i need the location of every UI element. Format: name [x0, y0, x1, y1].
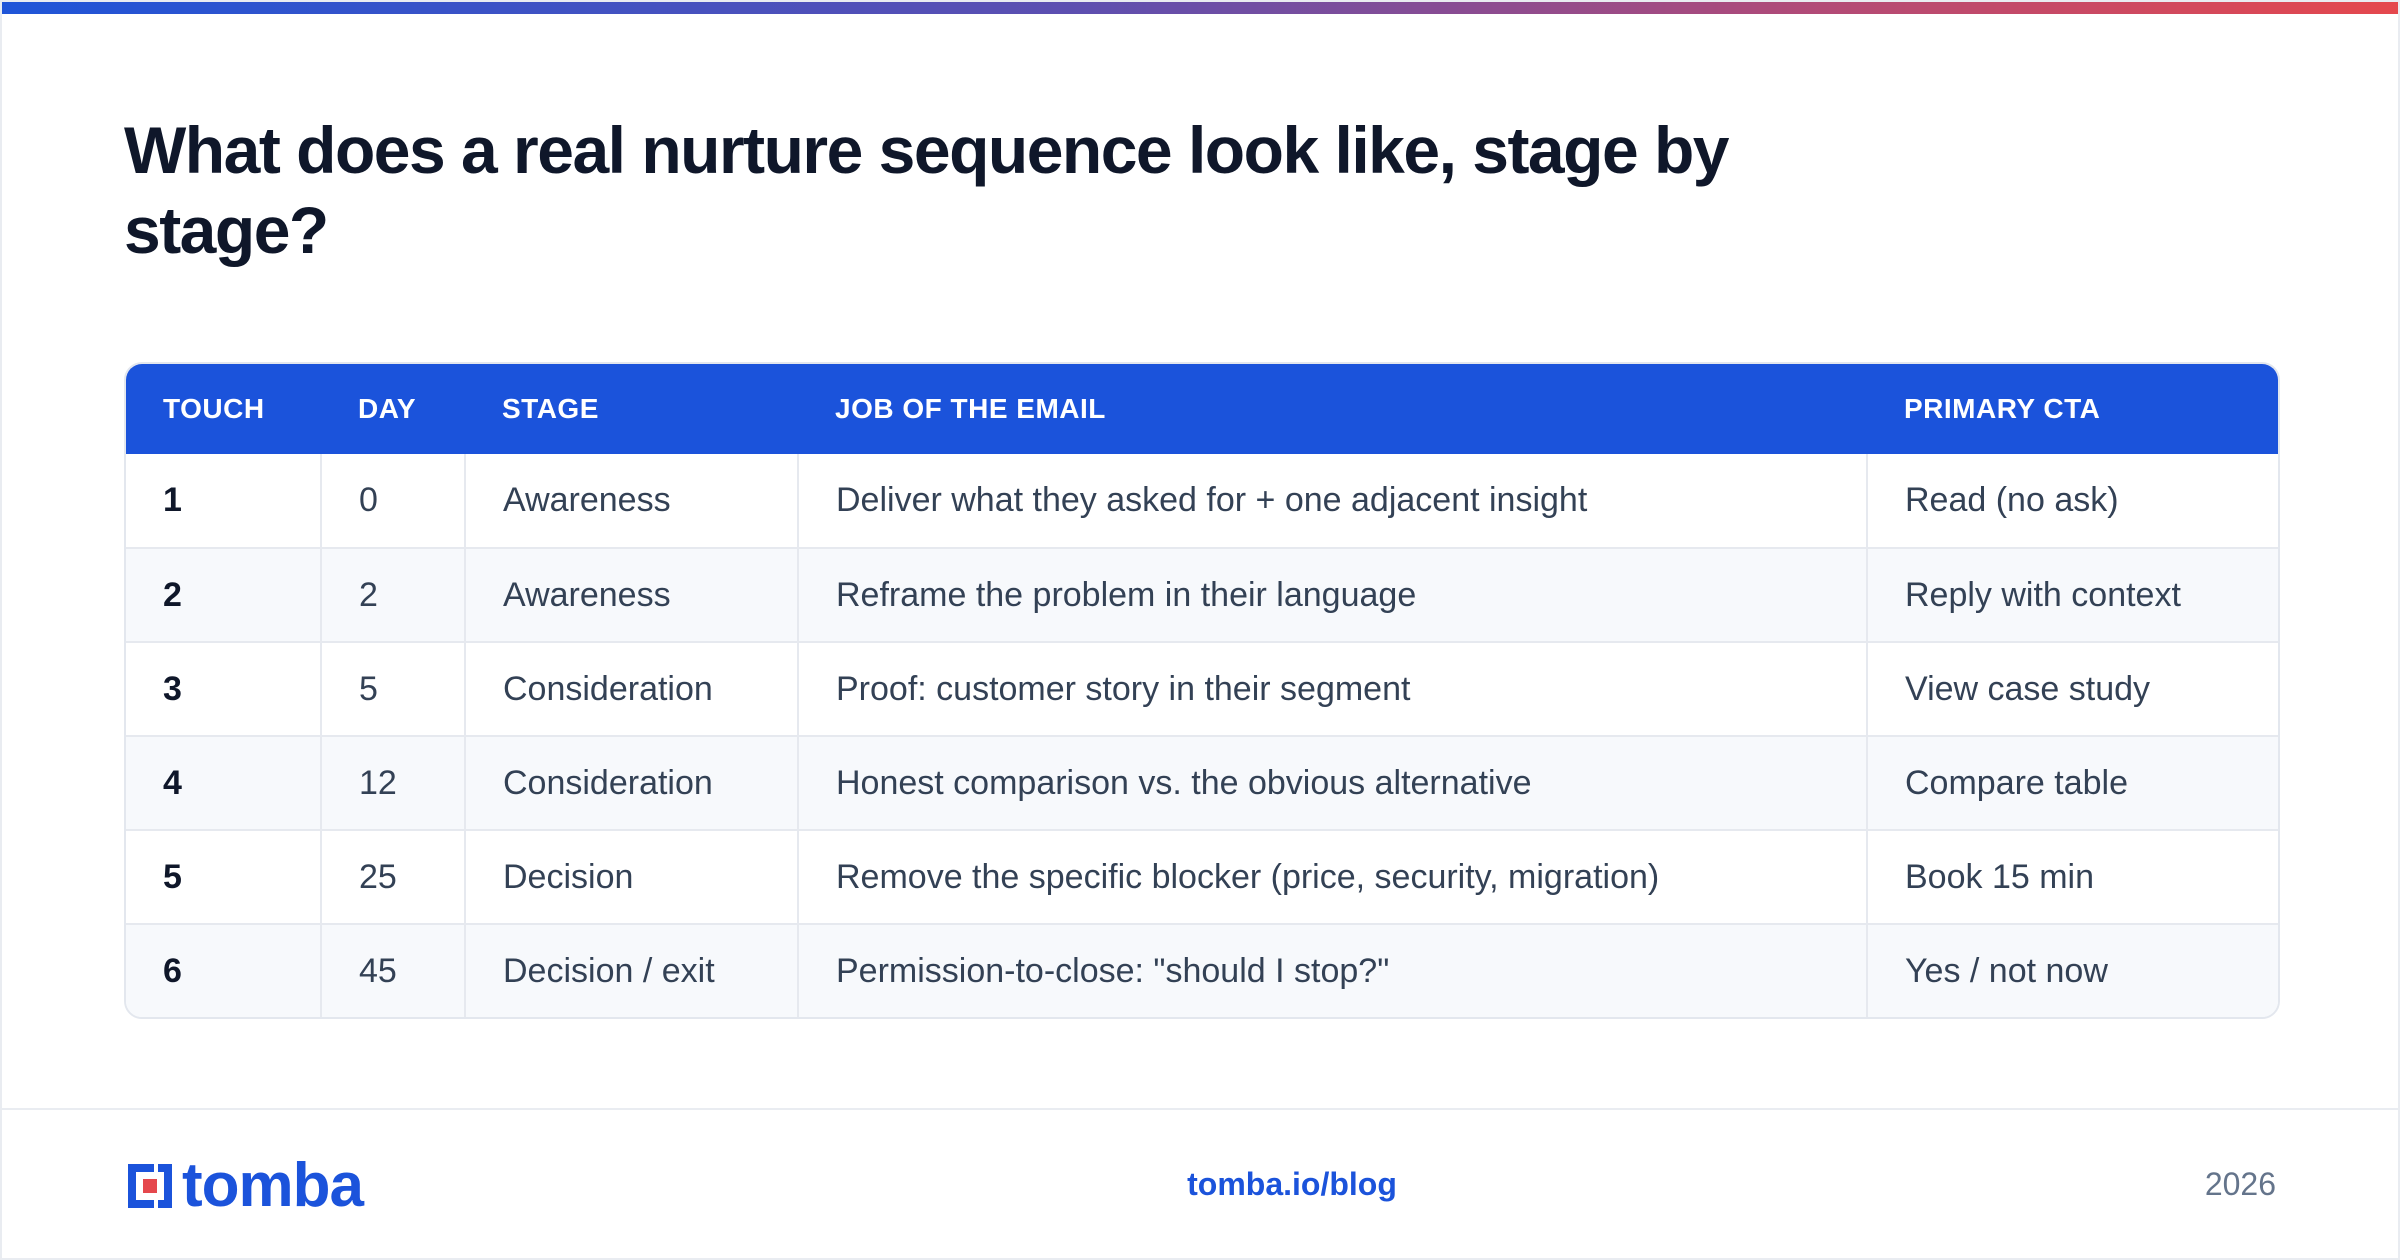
cell-cta: Read (no ask)	[1866, 454, 2278, 548]
header-touch: TOUCH	[163, 393, 265, 424]
nurture-sequence-table: TOUCH DAY STAGE JOB OF THE EMAIL PRIMARY…	[124, 362, 2280, 1019]
cell-stage: Awareness	[464, 547, 798, 642]
brand-name: tomba	[182, 1151, 364, 1220]
header-day: DAY	[358, 393, 417, 424]
cell-job: Reframe the problem in their language	[797, 547, 1867, 642]
cell-day: 2	[320, 547, 465, 642]
cell-stage: Consideration	[464, 735, 798, 830]
top-gradient-bar	[2, 2, 2398, 14]
cell-touch: 6	[126, 923, 321, 1017]
tomba-logo[interactable]: tomba	[124, 1151, 364, 1220]
cell-job: Remove the specific blocker (price, secu…	[797, 829, 1867, 924]
table-row: 4 12 Consideration Honest comparison vs.…	[126, 735, 2278, 830]
cell-stage: Awareness	[464, 454, 798, 548]
cell-job: Proof: customer story in their segment	[797, 641, 1867, 736]
cell-touch: 4	[126, 735, 321, 830]
blog-link[interactable]: tomba.io/blog	[1102, 1166, 1482, 1203]
cell-day: 5	[320, 641, 465, 736]
cell-cta: Yes / not now	[1866, 923, 2278, 1017]
cell-day: 25	[320, 829, 465, 924]
cell-stage: Decision	[464, 829, 798, 924]
page: What does a real nurture sequence look l…	[0, 0, 2400, 1260]
cell-job: Permission-to-close: "should I stop?"	[797, 923, 1867, 1017]
cell-touch: 2	[126, 547, 321, 642]
header-stage: STAGE	[502, 393, 599, 424]
cell-cta: Compare table	[1866, 735, 2278, 830]
cell-cta: Reply with context	[1866, 547, 2278, 642]
cell-touch: 5	[126, 829, 321, 924]
cell-day: 12	[320, 735, 465, 830]
cell-stage: Decision / exit	[464, 923, 798, 1017]
header-primary-cta: PRIMARY CTA	[1904, 393, 2101, 424]
table-row: 1 0 Awareness Deliver what they asked fo…	[126, 454, 2278, 548]
cell-touch: 1	[163, 481, 182, 519]
tomba-logo-icon	[128, 1164, 172, 1208]
cell-job: Deliver what they asked for + one adjace…	[797, 454, 1867, 548]
table-header-row: TOUCH DAY STAGE JOB OF THE EMAIL PRIMARY…	[126, 364, 2278, 454]
table-row: 6 45 Decision / exit Permission-to-close…	[126, 923, 2278, 1017]
cell-cta: Book 15 min	[1866, 829, 2278, 924]
footer-year: 2026	[2204, 1166, 2276, 1202]
cell-cta: View case study	[1866, 641, 2278, 736]
cell-touch: 3	[126, 641, 321, 736]
cell-day: 0	[320, 454, 465, 548]
page-title: What does a real nurture sequence look l…	[124, 113, 1730, 267]
table-row: 3 5 Consideration Proof: customer story …	[126, 641, 2278, 736]
cell-job: Honest comparison vs. the obvious altern…	[797, 735, 1867, 830]
cell-stage: Consideration	[464, 641, 798, 736]
cell-day: 45	[320, 923, 465, 1017]
footer-divider	[2, 1108, 2398, 1110]
table-row: 5 25 Decision Remove the specific blocke…	[126, 829, 2278, 924]
header-job: JOB OF THE EMAIL	[835, 393, 1106, 424]
table-row: 2 2 Awareness Reframe the problem in the…	[126, 547, 2278, 642]
